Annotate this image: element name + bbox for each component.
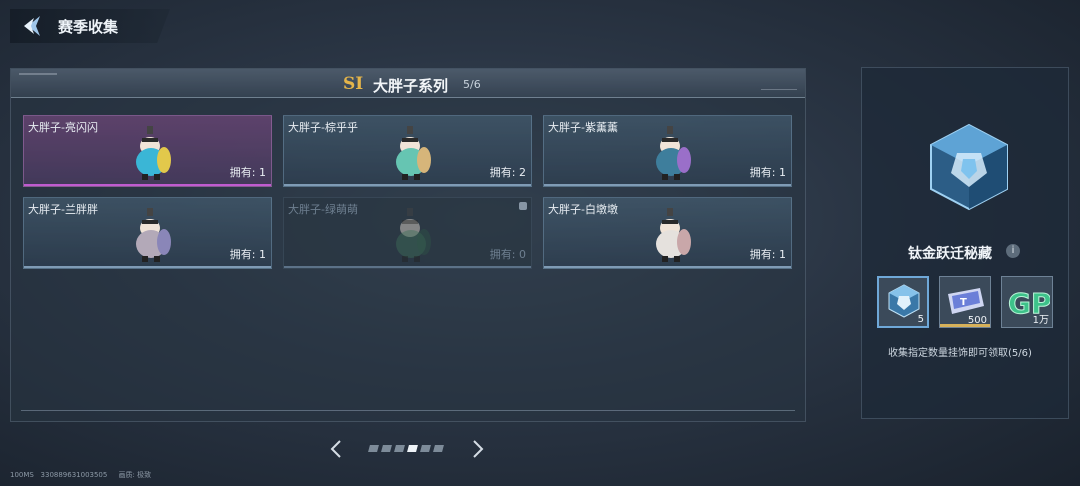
- page-dot[interactable]: [420, 445, 431, 452]
- page-dot[interactable]: [368, 445, 379, 452]
- reward-description: 收集指定数量挂饰即可领取(5/6): [888, 348, 1032, 359]
- ticket-icon: T: [948, 288, 984, 314]
- status-footer: 100MS 330889631003505 画质: 极致: [10, 470, 151, 480]
- pendant-figure-icon: [136, 126, 171, 180]
- season-badge: SI: [343, 74, 364, 94]
- owned-count: 拥有: 1: [229, 166, 266, 179]
- card-name: 大胖子-兰胖胖: [28, 203, 98, 216]
- owned-count: 拥有: 0: [489, 248, 526, 261]
- card-name: 大胖子-白墩墩: [548, 203, 618, 216]
- collection-panel: SI 大胖子系列 5/6 大胖子-亮闪闪 拥有: 1 大胖子-棕乎乎 拥有: 2…: [10, 68, 806, 422]
- collection-card[interactable]: 大胖子-兰胖胖 拥有: 1: [23, 197, 272, 269]
- collection-card[interactable]: 大胖子-紫薰薰 拥有: 1: [543, 115, 792, 187]
- owned-count: 拥有: 2: [489, 166, 526, 179]
- series-title: 大胖子系列: [373, 77, 449, 95]
- item-quantity: 1万: [1032, 315, 1049, 326]
- info-icon[interactable]: i: [1006, 244, 1020, 258]
- crystal-cube-icon: [930, 123, 1008, 211]
- reward-title: 钛金跃迁秘藏: [908, 246, 992, 262]
- player-uid: 330889631003505: [40, 471, 108, 479]
- page-indicator: [368, 445, 444, 452]
- page-dot[interactable]: [394, 445, 405, 452]
- back-arrow-icon[interactable]: [22, 14, 46, 38]
- page-title: 赛季收集: [58, 18, 119, 36]
- collection-card[interactable]: 大胖子-棕乎乎 拥有: 2: [283, 115, 532, 187]
- collection-card[interactable]: 大胖子-亮闪闪 拥有: 1: [23, 115, 272, 187]
- crystal-cube-icon: [888, 284, 920, 318]
- item-quantity: 5: [917, 314, 924, 325]
- lock-icon: [519, 202, 527, 210]
- prev-page-icon[interactable]: [330, 440, 342, 458]
- card-name: 大胖子-紫薰薰: [548, 121, 618, 134]
- header-decoration: [761, 89, 797, 90]
- collection-card[interactable]: 大胖子-绿萌萌 拥有: 0: [283, 197, 532, 269]
- pendant-figure-icon: [396, 126, 431, 180]
- series-header: SI 大胖子系列 5/6: [11, 69, 805, 98]
- page-dot[interactable]: [433, 445, 444, 452]
- card-name: 大胖子-绿萌萌: [288, 203, 358, 216]
- ping-readout: 100MS: [10, 471, 34, 479]
- reward-item-slot[interactable]: T 500: [939, 276, 991, 328]
- page-dot[interactable]: [381, 445, 392, 452]
- pendant-figure-icon: [656, 126, 691, 180]
- card-name: 大胖子-棕乎乎: [288, 121, 358, 134]
- page-dot[interactable]: [407, 445, 418, 452]
- svg-text:T: T: [960, 297, 967, 308]
- owned-count: 拥有: 1: [749, 166, 786, 179]
- pendant-figure-icon: [656, 208, 691, 262]
- header-decoration: [19, 73, 57, 75]
- reward-item-slot[interactable]: GP 1万: [1001, 276, 1053, 328]
- reward-item-slot[interactable]: 5: [877, 276, 929, 328]
- owned-count: 拥有: 1: [229, 248, 266, 261]
- next-page-icon[interactable]: [472, 440, 484, 458]
- item-quantity: 500: [967, 315, 987, 326]
- pendant-figure-icon: [136, 208, 171, 262]
- owned-count: 拥有: 1: [749, 248, 786, 261]
- panel-divider: [21, 410, 795, 411]
- series-progress: 5/6: [463, 78, 481, 91]
- reward-panel: 钛金跃迁秘藏 i 5 T 500 GP 1万 收集指定数量挂饰即可领取(5/6): [861, 67, 1069, 419]
- graphics-quality: 画质: 极致: [118, 471, 152, 479]
- card-name: 大胖子-亮闪闪: [28, 121, 98, 134]
- pendant-figure-icon: [396, 208, 431, 262]
- collection-card[interactable]: 大胖子-白墩墩 拥有: 1: [543, 197, 792, 269]
